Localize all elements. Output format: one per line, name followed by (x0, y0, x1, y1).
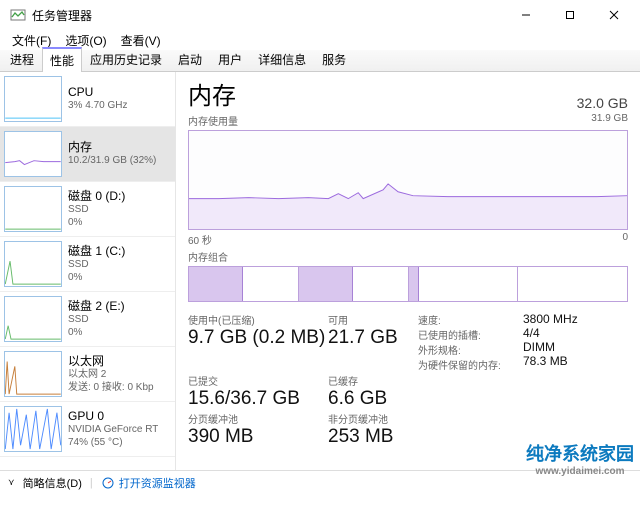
minimize-button[interactable] (504, 0, 548, 30)
cached-value: 6.6 GB (328, 388, 418, 410)
memory-usage-chart (188, 130, 628, 230)
chevron-down-icon[interactable]: ⋎ (8, 477, 15, 488)
sidebar-detail2: 0% (68, 217, 125, 230)
brief-info-link[interactable]: 简略信息(D) (23, 475, 82, 491)
memory-composition-chart (188, 266, 628, 302)
sidebar-item-disk1[interactable]: 磁盘 1 (C:)SSD0% (0, 237, 175, 292)
cached-label: 已缓存 (328, 373, 418, 388)
memory-thumb-icon (4, 131, 62, 177)
sidebar-item-gpu[interactable]: GPU 0NVIDIA GeForce RT74% (55 °C) (0, 402, 175, 457)
composition-label: 内存组合 (188, 249, 228, 264)
avail-label: 可用 (328, 312, 418, 327)
disk-thumb-icon (4, 296, 62, 342)
chart-tick-left: 60 秒 (188, 232, 212, 247)
sidebar-detail: SSD (68, 259, 125, 272)
sidebar-detail: SSD (68, 204, 125, 217)
sidebar-detail: 3% 4.70 GHz (68, 100, 127, 113)
reserved-label: 为硬件保留的内存: (418, 357, 523, 372)
speed-label: 速度: (418, 312, 523, 327)
inuse-value: 9.7 GB (0.2 MB) (188, 327, 328, 349)
reserved-value: 78.3 MB (523, 354, 613, 368)
sidebar: CPU3% 4.70 GHz 内存10.2/31.9 GB (32%) 磁盘 0… (0, 72, 176, 470)
sidebar-item-memory[interactable]: 内存10.2/31.9 GB (32%) (0, 127, 175, 182)
tab-startup[interactable]: 启动 (170, 47, 210, 71)
tab-details[interactable]: 详细信息 (250, 47, 314, 71)
sidebar-item-cpu[interactable]: CPU3% 4.70 GHz (0, 72, 175, 127)
window-title: 任务管理器 (32, 7, 92, 24)
speed-value: 3800 MHz (523, 312, 613, 326)
paged-value: 390 MB (188, 426, 328, 448)
sidebar-detail: 10.2/31.9 GB (32%) (68, 155, 156, 168)
usage-max: 31.9 GB (591, 113, 628, 128)
sidebar-detail2: 发送: 0 接收: 0 Kbp (68, 382, 154, 395)
disk-thumb-icon (4, 241, 62, 287)
disk-thumb-icon (4, 186, 62, 232)
tabbar: 进程 性能 应用历史记录 启动 用户 详细信息 服务 (0, 50, 640, 72)
form-label: 外形规格: (418, 342, 523, 357)
tab-apphistory[interactable]: 应用历史记录 (82, 47, 170, 71)
sidebar-detail2: 74% (55 °C) (68, 437, 158, 450)
cpu-thumb-icon (4, 76, 62, 122)
open-resource-monitor-link[interactable]: 打开资源监视器 (101, 475, 196, 491)
nonpaged-label: 非分页缓冲池 (328, 411, 418, 426)
sidebar-detail2: 0% (68, 272, 125, 285)
paged-label: 分页缓冲池 (188, 411, 328, 426)
inuse-label: 使用中(已压缩) (188, 312, 328, 327)
app-icon (10, 7, 26, 23)
sidebar-detail2: 0% (68, 327, 125, 340)
usage-label: 内存使用量 (188, 113, 238, 128)
monitor-icon (101, 476, 115, 490)
chart-tick-right: 0 (622, 232, 628, 247)
main-panel: 内存 32.0 GB 内存使用量 31.9 GB 60 秒 0 内存组合 使用中… (176, 72, 640, 470)
tab-users[interactable]: 用户 (210, 47, 250, 71)
gpu-thumb-icon (4, 406, 62, 452)
nonpaged-value: 253 MB (328, 426, 418, 448)
sidebar-item-ethernet[interactable]: 以太网以太网 2发送: 0 接收: 0 Kbp (0, 347, 175, 402)
net-thumb-icon (4, 351, 62, 397)
slots-value: 4/4 (523, 326, 613, 340)
tab-performance[interactable]: 性能 (42, 47, 82, 72)
sidebar-item-disk2[interactable]: 磁盘 2 (E:)SSD0% (0, 292, 175, 347)
tab-processes[interactable]: 进程 (2, 47, 42, 71)
statusbar: ⋎ 简略信息(D) | 打开资源监视器 (0, 470, 640, 494)
sidebar-label: 磁盘 2 (E:) (68, 299, 125, 314)
sidebar-label: 内存 (68, 140, 156, 155)
commit-value: 15.6/36.7 GB (188, 388, 328, 410)
memory-total: 32.0 GB (577, 95, 628, 111)
commit-label: 已提交 (188, 373, 328, 388)
sidebar-detail: NVIDIA GeForce RT (68, 424, 158, 437)
page-title: 内存 (188, 76, 236, 111)
sidebar-label: 以太网 (68, 354, 154, 369)
sidebar-label: GPU 0 (68, 409, 158, 424)
sidebar-label: 磁盘 1 (C:) (68, 244, 125, 259)
sidebar-item-disk0[interactable]: 磁盘 0 (D:)SSD0% (0, 182, 175, 237)
tab-services[interactable]: 服务 (314, 47, 354, 71)
sidebar-detail: 以太网 2 (68, 369, 154, 382)
maximize-button[interactable] (548, 0, 592, 30)
form-value: DIMM (523, 340, 613, 354)
sidebar-detail: SSD (68, 314, 125, 327)
sidebar-label: 磁盘 0 (D:) (68, 189, 125, 204)
avail-value: 21.7 GB (328, 327, 418, 349)
sidebar-label: CPU (68, 85, 127, 100)
close-button[interactable] (592, 0, 636, 30)
slots-label: 已使用的插槽: (418, 327, 523, 342)
titlebar: 任务管理器 (0, 0, 640, 30)
